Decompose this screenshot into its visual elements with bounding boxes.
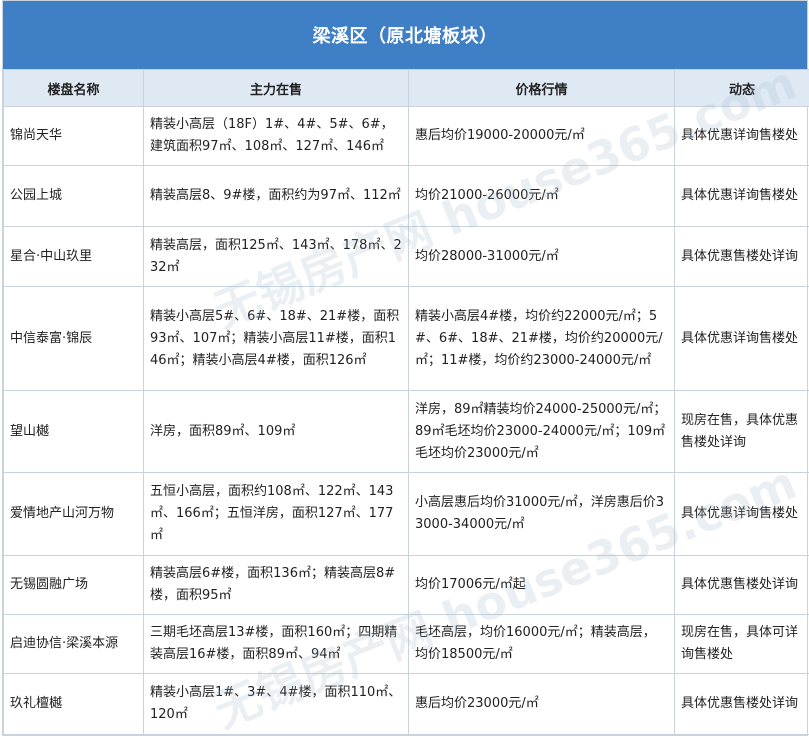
header-sale: 主力在售 [144, 70, 409, 107]
cell-price: 均价28000-31000元/㎡ [409, 227, 675, 287]
table-row: 星合·中山玖里 精装高层，面积125㎡、143㎡、178㎡、232㎡ 均价280… [4, 227, 809, 287]
header-status: 动态 [675, 70, 809, 107]
cell-sale: 五恒小高层，面积约108㎡、122㎡、143㎡、166㎡；五恒洋房，面积127㎡… [144, 473, 409, 556]
cell-status: 具体优惠售楼处详询 [675, 674, 809, 735]
cell-price: 惠后均价23000元/㎡ [409, 674, 675, 735]
cell-price: 惠后均价19000-20000元/㎡ [409, 107, 675, 166]
cell-name: 星合·中山玖里 [4, 227, 144, 287]
table-row: 中信泰富·锦辰 精装小高层5#、6#、18#、21#楼，面积93㎡、107㎡；精… [4, 287, 809, 391]
cell-price: 精装小高层4#楼，均价约22000元/㎡；5#、6#、18#、21#楼，均价约2… [409, 287, 675, 391]
cell-sale: 精装小高层1#、3#、4#楼，面积110㎡、120㎡ [144, 674, 409, 735]
cell-name: 玖礼檀樾 [4, 674, 144, 735]
table-row: 爱情地产山河万物 五恒小高层，面积约108㎡、122㎡、143㎡、166㎡；五恒… [4, 473, 809, 556]
table-title: 梁溪区（原北塘板块） [3, 1, 807, 69]
cell-sale: 精装高层6#楼，面积136㎡；精装高层8#楼，面积95㎡ [144, 556, 409, 615]
cell-status: 具体优惠详询售楼处 [675, 473, 809, 556]
cell-status: 具体优惠详询售楼处 [675, 287, 809, 391]
property-table: 楼盘名称 主力在售 价格行情 动态 锦尚天华 精装小高层（18F）1#、4#、5… [3, 69, 809, 735]
cell-status: 具体优惠详询售楼处 [675, 166, 809, 227]
cell-price: 毛坯高层，均价16000元/㎡；精装高层，均价18500元/㎡ [409, 615, 675, 674]
cell-status: 现房在售，具体优惠售楼处详询 [675, 391, 809, 473]
cell-sale: 三期毛坯高层13#楼，面积160㎡；四期精装高层16#楼，面积89㎡、94㎡ [144, 615, 409, 674]
cell-name: 爱情地产山河万物 [4, 473, 144, 556]
cell-name: 无锡圆融广场 [4, 556, 144, 615]
cell-sale: 洋房，面积89㎡、109㎡ [144, 391, 409, 473]
table-row: 启迪协信·梁溪本源 三期毛坯高层13#楼，面积160㎡；四期精装高层16#楼，面… [4, 615, 809, 674]
cell-price: 小高层惠后均价31000元/㎡，洋房惠后价33000-34000元/㎡ [409, 473, 675, 556]
table-row: 玖礼檀樾 精装小高层1#、3#、4#楼，面积110㎡、120㎡ 惠后均价2300… [4, 674, 809, 735]
table-row: 无锡圆融广场 精装高层6#楼，面积136㎡；精装高层8#楼，面积95㎡ 均价17… [4, 556, 809, 615]
cell-name: 锦尚天华 [4, 107, 144, 166]
cell-price: 均价17006元/㎡起 [409, 556, 675, 615]
cell-sale: 精装高层，面积125㎡、143㎡、178㎡、232㎡ [144, 227, 409, 287]
table-row: 锦尚天华 精装小高层（18F）1#、4#、5#、6#，建筑面积97㎡、108㎡、… [4, 107, 809, 166]
price-table-panel: 梁溪区（原北塘板块） 楼盘名称 主力在售 价格行情 动态 锦尚天华 精装小高层（… [2, 0, 808, 736]
cell-name: 启迪协信·梁溪本源 [4, 615, 144, 674]
cell-status: 具体优惠售楼处详询 [675, 556, 809, 615]
table-header-row: 楼盘名称 主力在售 价格行情 动态 [4, 70, 809, 107]
table-row: 望山樾 洋房，面积89㎡、109㎡ 洋房，89㎡精装均价24000-25000元… [4, 391, 809, 473]
cell-sale: 精装小高层（18F）1#、4#、5#、6#，建筑面积97㎡、108㎡、127㎡、… [144, 107, 409, 166]
cell-sale: 精装小高层5#、6#、18#、21#楼，面积93㎡、107㎡；精装小高层11#楼… [144, 287, 409, 391]
cell-name: 中信泰富·锦辰 [4, 287, 144, 391]
header-name: 楼盘名称 [4, 70, 144, 107]
cell-status: 具体优惠售楼处详询 [675, 227, 809, 287]
header-price: 价格行情 [409, 70, 675, 107]
cell-name: 公园上城 [4, 166, 144, 227]
cell-status: 现房在售，具体可详询售楼处 [675, 615, 809, 674]
cell-sale: 精装高层8、9#楼，面积约为97㎡、112㎡ [144, 166, 409, 227]
cell-price: 洋房，89㎡精装均价24000-25000元/㎡；89㎡毛坯均价23000-24… [409, 391, 675, 473]
table-row: 公园上城 精装高层8、9#楼，面积约为97㎡、112㎡ 均价21000-2600… [4, 166, 809, 227]
cell-status: 具体优惠详询售楼处 [675, 107, 809, 166]
cell-price: 均价21000-26000元/㎡ [409, 166, 675, 227]
cell-name: 望山樾 [4, 391, 144, 473]
